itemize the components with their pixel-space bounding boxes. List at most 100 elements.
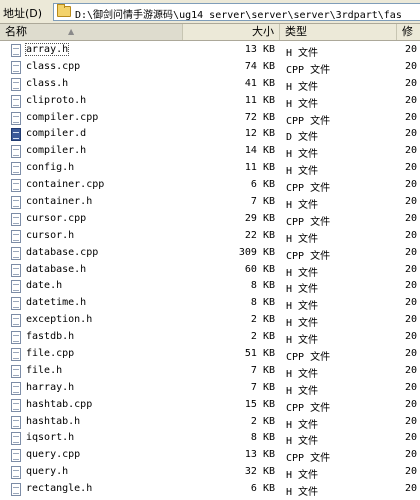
file-modified: 20: [405, 432, 418, 444]
file-row[interactable]: exception.h 2 KB H 文件 20: [0, 312, 420, 329]
file-type: CPP 文件: [286, 183, 331, 195]
h-file-icon: [11, 381, 21, 395]
file-row[interactable]: cliproto.h 11 KB H 文件 20: [0, 93, 420, 110]
file-size: 22 KB: [244, 229, 275, 241]
file-modified: 20: [405, 60, 418, 72]
file-type: H 文件: [286, 200, 319, 212]
file-size: 2 KB: [250, 415, 275, 427]
column-header-bar: 名称 ▲ 大小 类型 修: [0, 24, 420, 41]
h-file-icon: [11, 77, 21, 91]
file-modified: 20: [405, 483, 418, 495]
file-row[interactable]: hashtab.h 2 KB H 文件 20: [0, 414, 420, 431]
file-row[interactable]: array.h 13 KB H 文件 20: [0, 42, 420, 59]
h-file-icon: [11, 196, 21, 210]
file-row[interactable]: database.cpp 309 KB CPP 文件 20: [0, 245, 420, 262]
file-type: CPP 文件: [286, 250, 331, 262]
file-size: 7 KB: [250, 381, 275, 393]
file-modified: 20: [405, 229, 418, 241]
h-file-icon: [11, 432, 21, 446]
column-header-size-label: 大小: [252, 25, 274, 38]
h-file-icon: [11, 263, 21, 277]
file-name: container.h: [26, 196, 93, 208]
file-row[interactable]: class.h 41 KB H 文件 20: [0, 76, 420, 93]
file-modified: 20: [405, 314, 418, 326]
file-type: H 文件: [286, 284, 319, 296]
file-row[interactable]: hashtab.cpp 15 KB CPP 文件 20: [0, 397, 420, 414]
h-file-icon: [11, 314, 21, 328]
file-row[interactable]: container.cpp 6 KB CPP 文件 20: [0, 177, 420, 194]
column-header-name[interactable]: 名称 ▲: [0, 24, 183, 40]
file-row[interactable]: fastdb.h 2 KB H 文件 20: [0, 329, 420, 346]
file-name: cursor.cpp: [26, 212, 87, 224]
file-name: date.h: [26, 280, 63, 292]
h-file-icon: [11, 364, 21, 378]
file-size: 309 KB: [238, 246, 275, 258]
file-name: array.h: [24, 43, 70, 56]
column-header-size[interactable]: 大小: [183, 24, 280, 40]
h-file-icon: [11, 415, 21, 429]
file-modified: 20: [405, 212, 418, 224]
file-type: CPP 文件: [286, 453, 331, 465]
file-row[interactable]: class.cpp 74 KB CPP 文件 20: [0, 59, 420, 76]
column-header-type[interactable]: 类型: [280, 24, 397, 40]
file-size: 74 KB: [244, 60, 275, 72]
file-size: 14 KB: [244, 145, 275, 157]
file-size: 2 KB: [250, 331, 275, 343]
cpp-file-icon: [11, 212, 21, 226]
file-row[interactable]: iqsort.h 8 KB H 文件 20: [0, 430, 420, 447]
file-size: 15 KB: [244, 398, 275, 410]
file-modified: 20: [405, 381, 418, 393]
file-row[interactable]: harray.h 7 KB H 文件 20: [0, 380, 420, 397]
file-row[interactable]: cursor.h 22 KB H 文件 20: [0, 228, 420, 245]
file-row[interactable]: compiler.cpp 72 KB CPP 文件 20: [0, 110, 420, 127]
cpp-file-icon: [11, 398, 21, 412]
file-size: 6 KB: [250, 483, 275, 495]
column-header-modified[interactable]: 修: [397, 24, 420, 40]
file-row[interactable]: rectangle.h 6 KB H 文件 20: [0, 481, 420, 498]
address-bar: 地址(D) D:\御剑问情手游源码\ug14_server\server\ser…: [0, 0, 420, 24]
file-row[interactable]: date.h 8 KB H 文件 20: [0, 278, 420, 295]
cpp-file-icon: [11, 60, 21, 74]
file-row[interactable]: file.cpp 51 KB CPP 文件 20: [0, 346, 420, 363]
file-modified: 20: [405, 364, 418, 376]
file-name: fastdb.h: [26, 331, 75, 343]
file-row[interactable]: database.h 60 KB H 文件 20: [0, 262, 420, 279]
h-file-icon: [11, 44, 21, 57]
file-row[interactable]: file.h 7 KB H 文件 20: [0, 363, 420, 380]
file-name: database.cpp: [26, 246, 99, 258]
file-name: compiler.d: [26, 128, 87, 140]
file-row[interactable]: compiler.d 12 KB D 文件 20: [0, 126, 420, 143]
file-type: CPP 文件: [286, 216, 331, 228]
file-type: H 文件: [286, 233, 319, 245]
cpp-file-icon: [11, 246, 21, 260]
file-type: H 文件: [286, 368, 319, 380]
file-name: class.h: [26, 77, 69, 89]
file-modified: 20: [405, 111, 418, 123]
file-row[interactable]: compiler.h 14 KB H 文件 20: [0, 143, 420, 160]
file-modified: 20: [405, 94, 418, 106]
file-name: config.h: [26, 162, 75, 174]
file-type: H 文件: [286, 81, 319, 93]
file-name: datetime.h: [26, 297, 87, 309]
file-name: exception.h: [26, 314, 93, 326]
file-row[interactable]: query.cpp 13 KB CPP 文件 20: [0, 447, 420, 464]
file-row[interactable]: query.h 32 KB H 文件 20: [0, 464, 420, 481]
file-row[interactable]: container.h 7 KB H 文件 20: [0, 194, 420, 211]
file-size: 11 KB: [244, 94, 275, 106]
d-file-icon: [11, 128, 21, 142]
file-type: CPP 文件: [286, 64, 331, 76]
file-modified: 20: [405, 348, 418, 360]
file-name: harray.h: [26, 381, 75, 393]
file-modified: 20: [405, 398, 418, 410]
h-file-icon: [11, 466, 21, 480]
file-row[interactable]: datetime.h 8 KB H 文件 20: [0, 295, 420, 312]
file-name: compiler.cpp: [26, 111, 99, 123]
cpp-file-icon: [11, 449, 21, 463]
file-modified: 20: [405, 280, 418, 292]
file-size: 51 KB: [244, 348, 275, 360]
file-row[interactable]: cursor.cpp 29 KB CPP 文件 20: [0, 211, 420, 228]
file-size: 8 KB: [250, 297, 275, 309]
address-field[interactable]: D:\御剑问情手游源码\ug14_server\server\server\3r…: [53, 3, 420, 21]
file-row[interactable]: config.h 11 KB H 文件 20: [0, 160, 420, 177]
address-path[interactable]: D:\御剑问情手游源码\ug14_server\server\server\3r…: [75, 6, 402, 20]
